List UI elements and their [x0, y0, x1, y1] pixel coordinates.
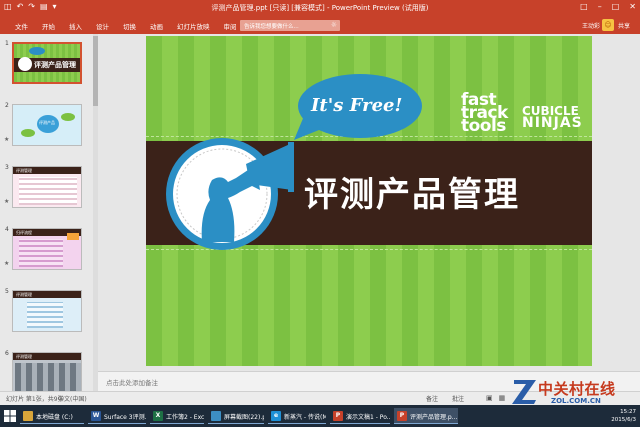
avatar[interactable]: ☺	[602, 19, 614, 31]
bubble-text: It's Free!	[311, 95, 403, 116]
cubicle-ninjas-logo: CUBICLE NINJAS	[522, 105, 583, 131]
ribbon-tab-bar: 文件 开始 插入 设计 切换 动画 幻灯片放映 审阅 视图 告诉我您想要做什么.…	[0, 18, 640, 34]
tab-transitions[interactable]: 切换	[116, 21, 143, 31]
ribbon-display-icon[interactable]: □	[580, 2, 588, 11]
thumbnail-number: 2	[5, 102, 9, 109]
tab-design[interactable]: 设计	[89, 21, 116, 31]
app-icon: P	[333, 411, 343, 421]
app-icon: W	[91, 411, 101, 421]
thumbnail-number: 5	[5, 288, 9, 295]
taskbar-item[interactable]: X工作簿2 - Exce...	[150, 408, 204, 424]
normal-view-icon[interactable]: ▣	[486, 394, 493, 402]
thumbnail-preview: 评测产品管理	[12, 42, 82, 84]
share-button[interactable]: 共享	[618, 21, 630, 30]
thumbnail-caption: 评测产品	[39, 120, 55, 125]
app-icon: e	[271, 411, 281, 421]
tab-home[interactable]: 开始	[35, 21, 62, 31]
app-icon	[23, 411, 33, 421]
thumbnail-number: 4	[5, 226, 9, 233]
taskbar-item[interactable]: P 演示文稿1 - Po...	[330, 408, 390, 424]
slide-thumbnail-4[interactable]: 4 归评流程 ★	[0, 224, 98, 282]
taskbar-item[interactable]: P 评测产品管理.p...	[394, 408, 458, 424]
slide-thumbnail-5[interactable]: 5 评测管理	[0, 286, 98, 344]
watermark-title: 中关村在线	[538, 380, 616, 398]
lightbulb-icon: ☼	[330, 21, 337, 29]
slide-count: 幻灯片 第1张，共9张	[6, 396, 64, 403]
tab-slideshow[interactable]: 幻灯片放映	[170, 21, 217, 31]
close-icon[interactable]: ✕	[629, 2, 636, 11]
maximize-icon[interactable]: □	[612, 2, 620, 11]
powerpoint-window: ◫ ↶ ↷ ▤ ▾ 评测产品管理.ppt [只读] [兼容模式] - Power…	[0, 0, 640, 427]
slide-thumbnail-1[interactable]: 1 评测产品管理	[0, 38, 98, 96]
slide-thumbnail-3[interactable]: 3 评测管理 ★	[0, 162, 98, 220]
megaphone-person-icon	[166, 138, 294, 250]
windows-start-icon[interactable]	[2, 408, 18, 424]
thumbnail-preview: 归评流程	[12, 228, 82, 270]
logo-line: NINJAS	[522, 115, 583, 131]
notes-button[interactable]: 备注	[426, 394, 438, 403]
thumbnail-number: 3	[5, 164, 9, 171]
taskbar-item-label: 本地磁盘 (C:)	[36, 414, 73, 421]
ribbon-tabs: 文件 开始 插入 设计 切换 动画 幻灯片放映 审阅 视图	[8, 21, 271, 31]
thumbnail-caption: 评测产品管理	[34, 61, 76, 69]
title-bar: ◫ ↶ ↷ ▤ ▾ 评测产品管理.ppt [只读] [兼容模式] - Power…	[0, 0, 640, 18]
thumbnail-caption: 归评流程	[16, 230, 32, 235]
tab-animations[interactable]: 动画	[143, 21, 170, 31]
animation-star-icon: ★	[4, 260, 10, 267]
window-controls: □ – □ ✕	[580, 2, 636, 11]
taskbar-item-label: Surface 3评测...	[104, 414, 146, 421]
taskbar-item[interactable]: 屏幕截图(22).p...	[208, 408, 264, 424]
animation-star-icon: ★	[4, 198, 10, 205]
window-title: 评测产品管理.ppt [只读] [兼容模式] - PowerPoint Prev…	[211, 4, 429, 12]
taskbar-item-label: 新蒸汽 - 传说(M...	[284, 414, 326, 421]
fast-track-tools-logo: fast track tools	[461, 92, 508, 136]
thumbnail-preview: 评测产品	[12, 104, 82, 146]
thumbnail-number: 6	[5, 350, 9, 357]
search-placeholder: 告诉我您想要做什么...	[244, 24, 299, 30]
slide-title: 评测产品管理	[304, 175, 520, 215]
thumbnail-preview: 评测管理	[12, 166, 82, 208]
app-icon	[211, 411, 221, 421]
thumbnail-preview: 评测管理	[12, 290, 82, 332]
slide-editor: It's Free! 评测产品管理 fast track tools CUBIC…	[98, 34, 640, 371]
taskbar-item[interactable]: e新蒸汽 - 传说(M...	[268, 408, 326, 424]
slide-thumbnail-panel: 1 评测产品管理 2 评测产品 ★ 3 评测管理 ★ 4 归评流程 ★ 5 评测…	[0, 34, 98, 394]
slide-thumbnail-2[interactable]: 2 评测产品 ★	[0, 100, 98, 158]
current-slide[interactable]: It's Free! 评测产品管理 fast track tools CUBIC…	[146, 36, 592, 366]
tab-file[interactable]: 文件	[8, 21, 35, 31]
logo-line: tools	[461, 116, 506, 136]
tab-insert[interactable]: 插入	[62, 21, 89, 31]
zol-logo-icon	[512, 380, 536, 404]
slide-sorter-icon[interactable]: ▦	[499, 394, 506, 402]
thumbnail-number: 1	[5, 40, 9, 47]
user-name[interactable]: 王动彩	[582, 21, 600, 30]
taskbar-item[interactable]: 本地磁盘 (C:)	[20, 408, 84, 424]
thumbnail-caption: 评测管理	[16, 354, 32, 359]
animation-star-icon: ★	[4, 136, 10, 143]
taskbar-item-label: 工作簿2 - Exce...	[166, 414, 204, 421]
watermark-url: ZOL.COM.CN	[551, 397, 601, 405]
thumbnail-caption: 评测管理	[16, 292, 32, 297]
system-clock[interactable]: 15:27 2015/6/3	[611, 408, 636, 424]
comments-button[interactable]: 批注	[452, 394, 464, 403]
taskbar-item-label: 评测产品管理.p...	[410, 414, 458, 421]
app-icon: X	[153, 411, 163, 421]
clock-date: 2015/6/3	[611, 417, 636, 423]
taskbar-item[interactable]: W Surface 3评测...	[88, 408, 146, 424]
zol-watermark: 中关村在线 ZOL.COM.CN	[508, 370, 638, 410]
app-icon: P	[397, 411, 407, 421]
view-buttons: ▣ ▦	[486, 394, 505, 402]
taskbar-item-label: 演示文稿1 - Po...	[346, 414, 390, 421]
tell-me-search-input[interactable]: 告诉我您想要做什么... ☼	[240, 20, 340, 31]
minimize-icon[interactable]: –	[598, 2, 602, 11]
thumbnail-preview: 评测管理	[12, 352, 82, 394]
notes-placeholder: 点击此处添加备注	[106, 379, 158, 387]
language-indicator[interactable]: 中文(中国)	[58, 394, 87, 403]
taskbar-item-label: 屏幕截图(22).p...	[224, 414, 264, 421]
thumbnail-caption: 评测管理	[16, 168, 32, 173]
